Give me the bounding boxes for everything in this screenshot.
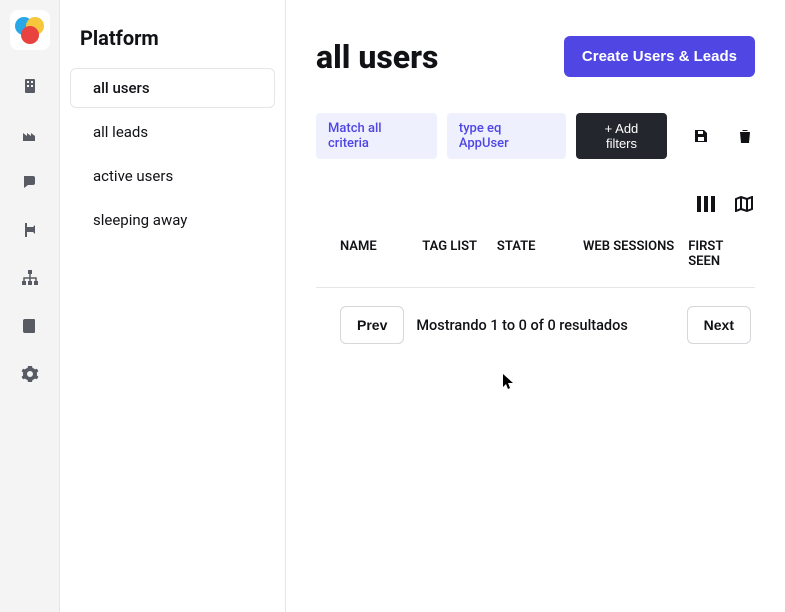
segment-all-users[interactable]: all users	[70, 68, 275, 108]
segment-sleeping-away[interactable]: sleeping away	[70, 200, 275, 240]
filter-row: Match all criteria type eq AppUser + Add…	[316, 113, 755, 159]
page-title: all users	[316, 38, 438, 76]
view-toolbar	[316, 193, 755, 215]
add-filters-button[interactable]: + Add filters	[576, 113, 668, 159]
segment-label: all leads	[93, 123, 148, 141]
column-first-seen[interactable]: FIRST SEEN	[688, 239, 755, 269]
chat-icon[interactable]	[18, 170, 42, 194]
segment-label: all users	[93, 79, 150, 97]
building-icon[interactable]	[18, 74, 42, 98]
segment-all-leads[interactable]: all leads	[70, 112, 275, 152]
segment-label: active users	[93, 167, 173, 185]
book-icon[interactable]	[18, 314, 42, 338]
match-criteria-chip[interactable]: Match all criteria	[316, 113, 437, 159]
prev-button[interactable]: Prev	[340, 306, 404, 344]
gear-icon[interactable]	[18, 362, 42, 386]
next-button[interactable]: Next	[687, 306, 751, 344]
filter-type-chip[interactable]: type eq AppUser	[447, 113, 566, 159]
pagination: Prev Mostrando 1 to 0 of 0 resultados Ne…	[316, 306, 755, 344]
factory-icon[interactable]	[18, 122, 42, 146]
column-name[interactable]: NAME	[340, 239, 422, 269]
sidebar-title: Platform	[70, 18, 275, 68]
segment-active-users[interactable]: active users	[70, 156, 275, 196]
sitemap-icon[interactable]	[18, 266, 42, 290]
page-info: Mostrando 1 to 0 of 0 resultados	[416, 317, 627, 334]
create-users-leads-button[interactable]: Create Users & Leads	[564, 36, 755, 77]
flag-icon[interactable]	[18, 218, 42, 242]
page-header: all users Create Users & Leads	[316, 36, 755, 77]
app-logo[interactable]	[10, 10, 50, 50]
segment-sidebar: Platform all users all leads active user…	[60, 0, 286, 612]
save-icon[interactable]	[691, 126, 711, 146]
map-icon[interactable]	[733, 193, 755, 215]
main-content: all users Create Users & Leads Match all…	[286, 0, 785, 612]
columns-icon[interactable]	[695, 193, 717, 215]
segment-label: sleeping away	[93, 211, 187, 229]
table-header: NAME TAG LIST STATE WEB SESSIONS FIRST S…	[316, 229, 755, 288]
column-tag-list[interactable]: TAG LIST	[422, 239, 497, 269]
column-state[interactable]: STATE	[497, 239, 583, 269]
trash-icon[interactable]	[735, 126, 755, 146]
column-web-sessions[interactable]: WEB SESSIONS	[583, 239, 688, 269]
icon-sidebar	[0, 0, 60, 612]
